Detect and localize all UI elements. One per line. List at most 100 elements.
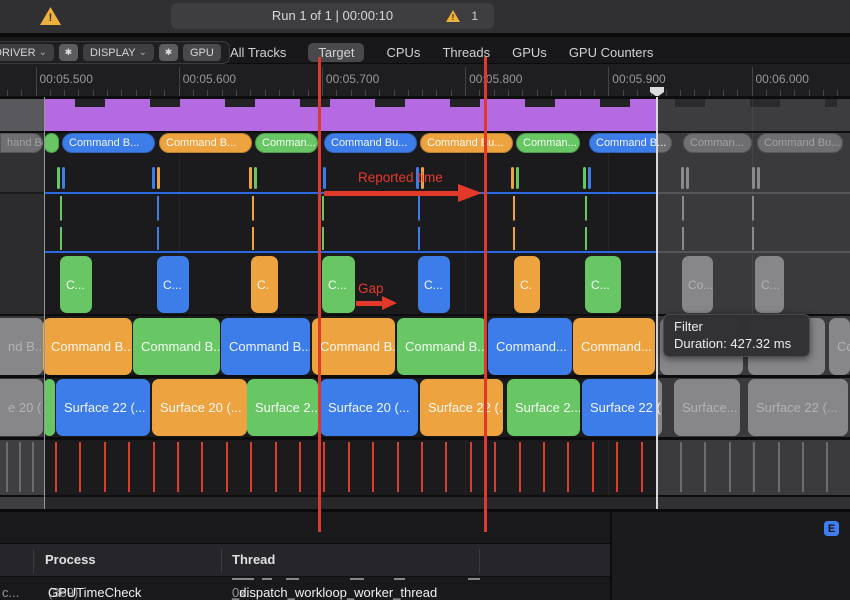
inspection-line-end[interactable] [484,57,487,532]
display-track-band[interactable] [44,99,657,131]
ruler-minor-tick [265,90,266,97]
encoder-block[interactable]: C... [60,256,92,313]
command-buffer-block[interactable]: Command B... [43,318,132,375]
ruler-tick-label: 00:05.600 [183,72,236,86]
block-label: C... [328,278,347,292]
tab-target[interactable]: Target [308,43,364,62]
table-cell-process[interactable]: GPUTimeCheck (369) [48,585,78,600]
vsync-tick-dim [680,442,682,492]
vsync-tick [348,442,350,492]
command-buffer-block[interactable]: Command B... [221,318,310,375]
vsync-tick [494,442,496,492]
command-buffer-block[interactable]: Co... [829,318,850,375]
track-separator [0,97,850,99]
command-buffer-pill[interactable]: Comman... [516,133,580,153]
tab-gpus[interactable]: GPUs [512,43,547,62]
block-label: Surface 2... [255,400,318,415]
encoder-block[interactable]: C... [157,256,189,313]
run-status-pill[interactable]: Run 1 of 1 | 00:00:10 ! 1 [171,3,494,29]
driver-filter-button[interactable]: DRIVER⌄ [0,44,54,61]
table-cell-thread[interactable]: _dispatch_workloop_worker_thread 0x... [232,585,257,600]
display-filter-button[interactable]: DISPLAY⌄ [83,44,154,61]
signpost-tick [252,196,254,250]
tab-all-tracks[interactable]: All Tracks [230,43,286,62]
inspection-line-start[interactable] [318,57,321,532]
command-buffer-pill[interactable] [44,133,59,153]
encoder-block[interactable]: C... [585,256,621,313]
tab-gpu-counters[interactable]: GPU Counters [569,43,654,62]
block-label: Comman... [690,137,744,149]
encoder-block[interactable]: C... [755,256,784,313]
driver-pin-button[interactable]: ✱ [59,44,78,61]
signpost-tick [60,196,62,250]
boundary-tick [254,167,257,189]
command-buffer-block[interactable]: Command B... [133,318,220,375]
marker-line[interactable] [656,97,658,509]
vsync-tick [397,442,399,492]
surface-block[interactable]: Surface 20 (... [320,379,418,436]
warning-count: 1 [471,9,478,23]
command-buffer-pill[interactable]: Command B... [589,133,672,153]
surface-block[interactable]: Surface 22 (... [748,379,848,436]
chevron-down-icon: ⌄ [139,49,147,57]
display-notches-dim [657,99,850,107]
vsync-tick [226,442,228,492]
surface-block[interactable]: Surface 22 (... [582,379,662,436]
block-label: C... [591,278,610,292]
signpost-tick [157,196,159,250]
boundary-tick [757,167,760,189]
surface-block[interactable]: Surface... [674,379,740,436]
table-cell-prefix[interactable]: c... [2,585,19,600]
boundary-tick [323,167,326,189]
selection-start-line[interactable] [44,97,46,509]
command-buffer-pill[interactable]: Command Bu... [420,133,513,153]
encoder-block[interactable]: C... [418,256,450,313]
reported-time-arrow-head [458,184,482,202]
partial-row-dash [232,578,254,580]
gpu-filter-button[interactable]: GPU [183,44,221,61]
vsync-tick-dim [32,442,34,492]
tab-cpus[interactable]: CPUs [386,43,420,62]
command-buffer-block[interactable]: Command... [488,318,572,375]
surface-block[interactable]: Surface 22 (... [56,379,150,436]
ruler-minor-tick [365,90,366,97]
encoder-lane: C... C... C. C... C... C. C... Co... C... [0,256,850,313]
encoder-block[interactable]: C... [322,256,355,313]
surface-block[interactable]: Surface 2... [507,379,580,436]
ruler-tick-label: 00:05.500 [40,72,93,86]
encoder-block[interactable]: C. [251,256,278,313]
track-border-line [44,251,657,253]
signpost-tick [752,196,754,250]
command-buffer-block[interactable]: Command B... [312,318,395,375]
display-pin-button[interactable]: ✱ [159,44,178,61]
surface-block[interactable]: e 20 (... [0,379,43,436]
encoder-block[interactable]: C. [514,256,540,313]
ruler-minor-tick [709,90,710,97]
command-buffer-pill[interactable]: Command Bu... [324,133,417,153]
vsync-tick [616,442,618,492]
command-buffer-pill[interactable]: hand Bu... [0,133,43,153]
command-buffer-pill[interactable]: Command B... [62,133,155,153]
command-buffer-block[interactable]: Command... [573,318,655,375]
surface-block[interactable]: Surface 20 (... [152,379,247,436]
ruler-minor-tick [36,90,37,97]
warning-icon[interactable]: ! [40,7,61,25]
pill-warning-icon[interactable]: ! [446,10,460,22]
extended-detail-badge[interactable]: E [824,521,839,536]
vsync-tick [250,442,252,492]
surface-block[interactable] [44,379,55,436]
encoder-block[interactable]: Co... [682,256,713,313]
timeline-ruler[interactable]: 00:05.50000:05.60000:05.70000:05.80000:0… [0,64,850,97]
block-label: Surface 22 (... [428,400,503,415]
partial-row-dash [394,578,405,580]
star-icon: ✱ [65,47,73,58]
command-buffer-pill[interactable]: Command Bu... [757,133,843,153]
surface-block[interactable]: Surface 22 (... [420,379,503,436]
command-buffer-pill[interactable]: Comman... [255,133,318,153]
surface-block[interactable]: Surface 2... [247,379,318,436]
command-buffer-pill[interactable]: Comman... [683,133,752,153]
command-buffer-block[interactable]: nd B... [0,318,43,375]
ruler-minor-tick [522,90,523,97]
command-buffer-block[interactable]: Command B... [397,318,487,375]
command-buffer-pill[interactable]: Command B... [159,133,252,153]
